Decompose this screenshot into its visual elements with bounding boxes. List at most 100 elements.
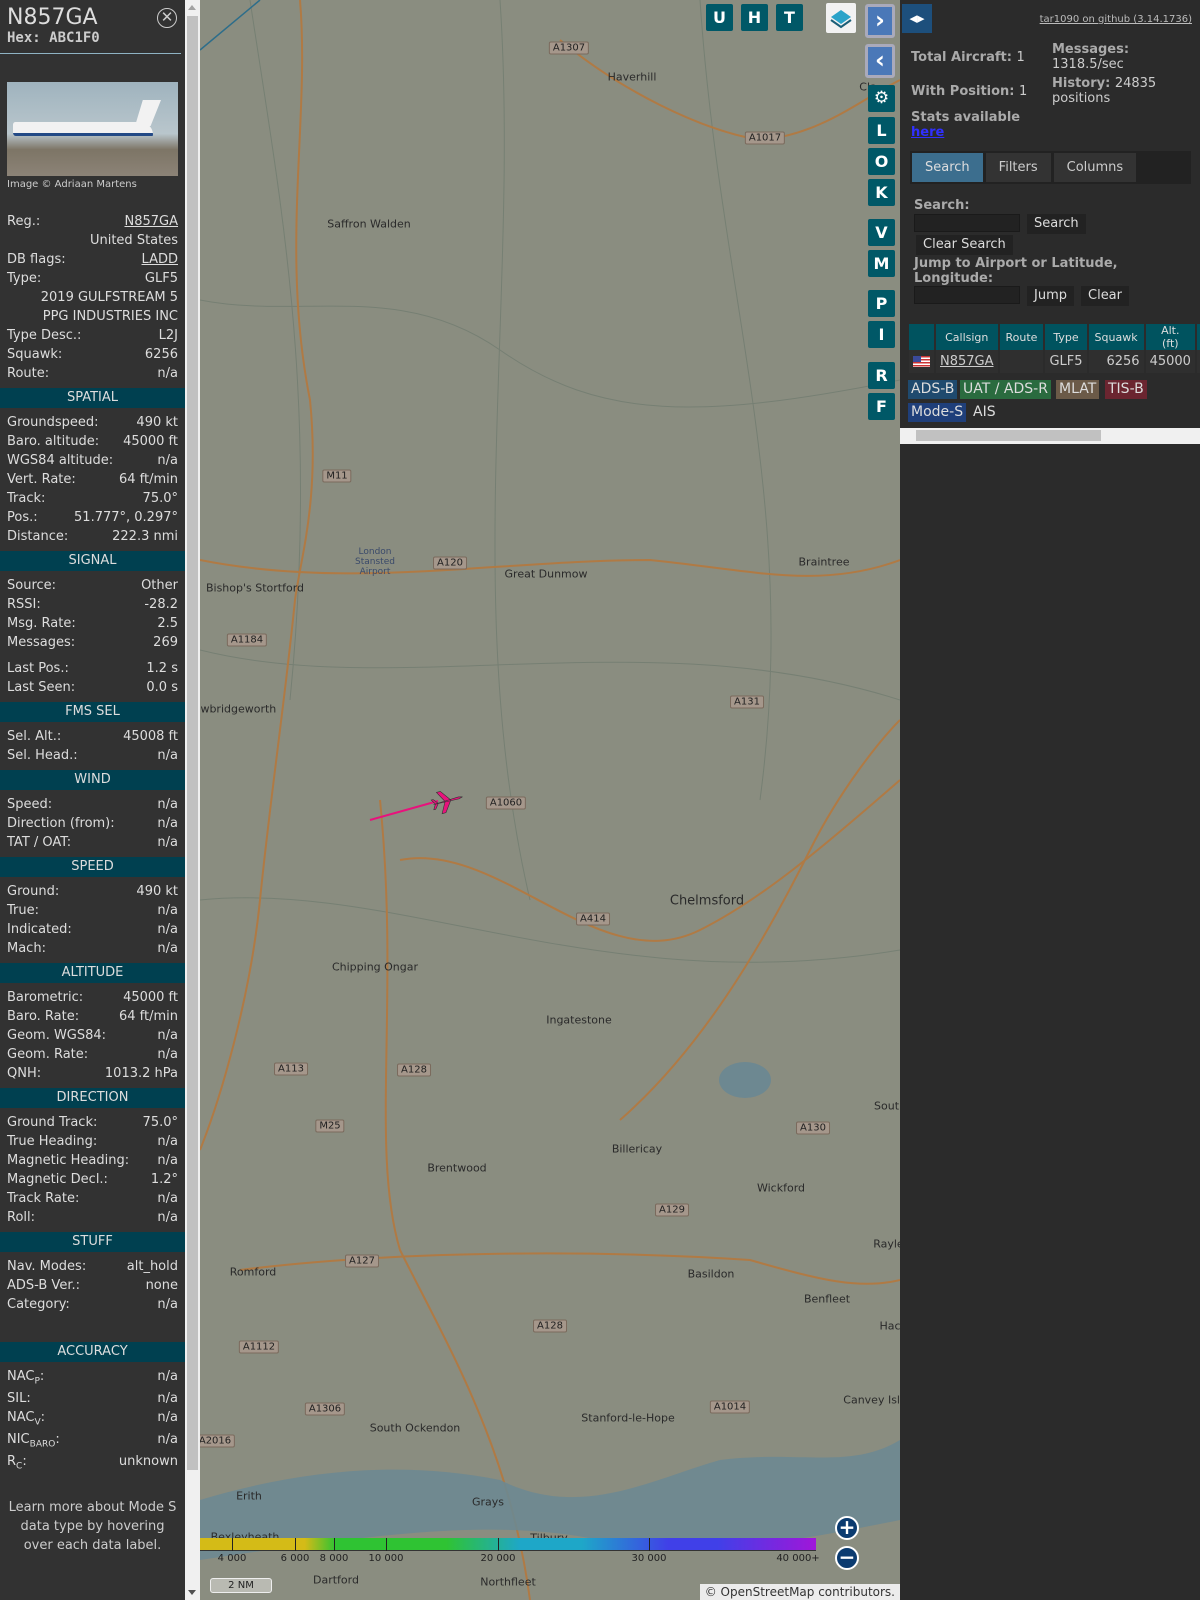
detail-value: 45000 ft <box>123 434 178 449</box>
search-label: Search: <box>914 198 970 213</box>
tab-filters[interactable]: Filters <box>985 153 1051 182</box>
aircraft-track <box>369 800 439 821</box>
detail-value: 0.0 s <box>146 680 178 695</box>
detail-label: Indicated: <box>7 922 72 937</box>
map-button-r[interactable]: R <box>868 362 895 389</box>
zoom-out-button[interactable]: − <box>835 1546 859 1570</box>
source-badge: UAT / ADS-R <box>960 380 1051 399</box>
map-button-i[interactable]: I <box>868 321 895 348</box>
altitude-legend <box>200 1538 816 1551</box>
github-link[interactable]: tar1090 on github (3.14.1736) <box>1040 14 1192 25</box>
section-header-speed: SPEED <box>0 857 185 877</box>
detail-value: 45000 ft <box>123 990 178 1005</box>
section-header-altitude: ALTITUDE <box>0 963 185 983</box>
clear-search-button[interactable]: Clear Search <box>916 235 1013 255</box>
map-button-f[interactable]: F <box>868 393 895 420</box>
detail-row: Last Pos.: 1.2 s <box>0 659 185 678</box>
map-button-t[interactable]: T <box>776 4 803 31</box>
cell-callsign[interactable]: N857GA <box>936 350 998 373</box>
layers-button[interactable] <box>826 3 856 33</box>
row-nicbaro: NICBARO: n/a <box>7 1432 178 1450</box>
detail-row: Barometric: 45000 ft <box>0 988 185 1007</box>
detail-label: Direction (from): <box>7 816 115 831</box>
map-button-l[interactable]: L <box>868 117 895 144</box>
detail-row: Ground: 490 kt <box>0 882 185 901</box>
detail-row: Direction (from): n/a <box>0 814 185 833</box>
map-button-u[interactable]: U <box>706 4 733 31</box>
info-row: PPG INDUSTRIES INC <box>0 307 185 326</box>
detail-label: QNH: <box>7 1066 42 1081</box>
info-row: Type Desc.: L2J <box>0 326 185 345</box>
detail-label: Sel. Alt.: <box>7 729 62 744</box>
info-value[interactable]: N857GA <box>124 212 178 231</box>
search-button[interactable]: Search <box>1027 214 1086 234</box>
with-position: With Position: 1 <box>911 84 1028 99</box>
column-header[interactable]: Squawk <box>1088 324 1144 350</box>
aircraft-header: N857GA Hex: ABC1F0 ✕ <box>0 0 181 54</box>
detail-value: 75.0° <box>142 1115 178 1130</box>
clear-jump-button[interactable]: Clear <box>1081 286 1129 306</box>
legend-label: 30 000 <box>631 1553 667 1564</box>
detail-value: n/a <box>157 1047 178 1062</box>
detail-label: Magnetic Decl.: <box>7 1172 108 1187</box>
stats-link[interactable]: here <box>911 125 944 140</box>
info-value: United States <box>89 233 178 248</box>
jump-input[interactable] <box>914 286 1020 304</box>
zoom-in-button[interactable]: + <box>835 1516 859 1540</box>
section-header-fms-sel: FMS SEL <box>0 702 185 722</box>
info-label: DB flags: <box>7 252 66 267</box>
table-scrollbar[interactable] <box>900 428 1200 444</box>
expand-panel-button[interactable]: › <box>865 4 895 38</box>
cell-squawk: 6256 <box>1088 350 1144 373</box>
map-button-p[interactable]: P <box>868 290 895 317</box>
search-input[interactable] <box>914 214 1020 232</box>
map-button-h[interactable]: H <box>741 4 768 31</box>
detail-value: alt_hold <box>126 1259 178 1274</box>
map-button-v[interactable]: V <box>868 219 895 246</box>
detail-value: n/a <box>157 1297 178 1312</box>
legend-label: 10 000 <box>368 1553 404 1564</box>
map-button-o[interactable]: O <box>868 148 895 175</box>
detail-row: Sel. Alt.: 45008 ft <box>0 727 185 746</box>
legend-tick <box>498 1538 499 1551</box>
cell-route <box>999 350 1044 373</box>
row-sil: SIL: n/a <box>7 1391 178 1406</box>
info-value[interactable]: LADD <box>142 250 178 269</box>
detail-row: Msg. Rate: 2.5 <box>0 614 185 633</box>
info-row: DB flags: LADD <box>0 250 185 269</box>
tab-columns[interactable]: Columns <box>1053 153 1137 182</box>
info-label: Type: <box>7 271 42 286</box>
source-badge: AIS <box>970 403 999 422</box>
column-header[interactable]: Alt. (ft) <box>1145 324 1195 350</box>
scale-bar: 2 NM <box>210 1578 272 1593</box>
detail-value: 2.5 <box>157 616 178 631</box>
legend-tick <box>334 1538 335 1551</box>
tab-search[interactable]: Search <box>912 153 983 182</box>
column-header[interactable]: Type <box>1045 324 1087 350</box>
info-value: PPG INDUSTRIES INC <box>42 309 178 324</box>
collapse-panel-button[interactable]: ‹ <box>865 44 895 78</box>
settings-gear-icon[interactable]: ⚙ <box>868 85 895 112</box>
table-row[interactable]: N857GA GLF5 6256 45000 <box>909 350 1200 373</box>
column-header[interactable]: Callsign <box>936 324 998 350</box>
hex-value: ABC1F0 <box>49 30 100 46</box>
detail-label: WGS84 altitude: <box>7 453 114 468</box>
map-button-m[interactable]: M <box>868 250 895 277</box>
map-attribution[interactable]: © OpenStreetMap contributors. <box>699 1584 900 1600</box>
detail-label: RSSI: <box>7 597 41 612</box>
aircraft-photo[interactable] <box>7 82 178 176</box>
toggle-sidebar-button[interactable]: ◂▸ <box>902 4 932 33</box>
map[interactable]: Haverhill Saffron Walden Great Dunmow Brain… <box>200 0 900 1600</box>
jump-button[interactable]: Jump <box>1027 286 1074 306</box>
accuracy-section: NACP: n/a SIL: n/a NACV: n/a NICBARO: n/a RC… <box>0 1367 185 1474</box>
aircraft-icon[interactable] <box>430 786 466 815</box>
sidebar-scrollbar[interactable] <box>185 0 200 1600</box>
section-header-stuff: STUFF <box>0 1232 185 1252</box>
help-footer: Learn more about Mode S data type by hov… <box>8 1500 177 1553</box>
detail-row: True: n/a <box>0 901 185 920</box>
info-label: Reg.: <box>7 214 41 229</box>
column-header[interactable]: Route <box>999 324 1044 350</box>
detail-value: n/a <box>157 1191 178 1206</box>
map-button-k[interactable]: K <box>868 179 895 206</box>
close-icon[interactable]: ✕ <box>157 8 177 28</box>
